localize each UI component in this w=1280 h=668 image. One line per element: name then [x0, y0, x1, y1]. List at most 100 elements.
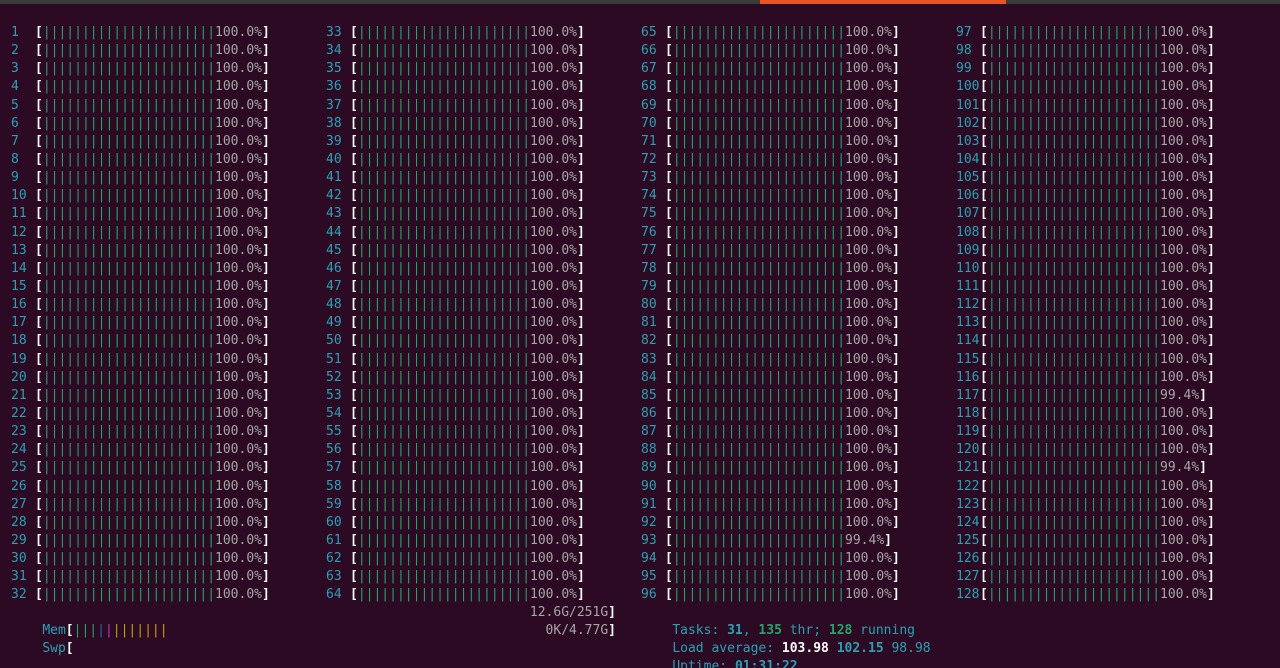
- bracket-close: ]: [891, 260, 900, 276]
- active-tab-indicator[interactable]: [760, 0, 1006, 4]
- bracket-close: ]: [576, 424, 585, 440]
- cpu-meter-row: 110[||||||||||||||||||||||100.0%]: [956, 260, 1256, 278]
- bracket-close: ]: [261, 496, 270, 512]
- bracket-close: ]: [1206, 115, 1215, 131]
- cpu-percent: 100.0%: [845, 151, 892, 167]
- bracket-open: [: [35, 514, 43, 530]
- cpu-usage-bar: ||||||||||||||||||||||: [987, 278, 1161, 294]
- cpu-meter-row: 39 [||||||||||||||||||||||100.0%]: [326, 133, 626, 151]
- cpu-percent: 100.0%: [845, 315, 892, 331]
- cpu-percent: 100.0%: [845, 551, 892, 567]
- cpu-meter-row: 16 [||||||||||||||||||||||100.0%]: [11, 296, 311, 314]
- cpu-usage-bar: ||||||||||||||||||||||: [42, 587, 216, 603]
- cpu-percent: 100.0%: [845, 278, 892, 294]
- bracket-open: [: [35, 260, 43, 276]
- cpu-usage-bar: ||||||||||||||||||||||: [357, 369, 531, 385]
- cpu-number: 112: [956, 297, 980, 313]
- cpu-percent: 100.0%: [215, 188, 262, 204]
- cpu-meter-row: 36 [||||||||||||||||||||||100.0%]: [326, 78, 626, 96]
- bracket-close: ]: [1206, 351, 1215, 367]
- cpu-number: 101: [956, 97, 980, 113]
- cpu-meter-row: 28 [||||||||||||||||||||||100.0%]: [11, 514, 311, 532]
- cpu-usage-bar: ||||||||||||||||||||||: [987, 405, 1161, 421]
- bracket-close: ]: [1206, 188, 1215, 204]
- cpu-number: 41: [326, 170, 342, 186]
- cpu-usage-bar: ||||||||||||||||||||||: [357, 242, 531, 258]
- bracket-close: ]: [891, 351, 900, 367]
- bracket-open: [: [35, 278, 43, 294]
- cpu-meter-row: 23 [||||||||||||||||||||||100.0%]: [11, 423, 311, 441]
- bracket-open: [: [980, 333, 988, 349]
- cpu-percent: 100.0%: [530, 333, 577, 349]
- cpu-number: 107: [956, 206, 980, 222]
- bracket-open: [: [350, 315, 358, 331]
- bracket-close: ]: [1206, 551, 1215, 567]
- bracket-open: [: [980, 278, 988, 294]
- cpu-usage-bar: ||||||||||||||||||||||: [672, 188, 846, 204]
- cpu-number: 30: [11, 551, 27, 567]
- cpu-number: 128: [956, 587, 980, 603]
- cpu-meter-row: 26 [||||||||||||||||||||||100.0%]: [11, 478, 311, 496]
- cpu-meter-row: 114[||||||||||||||||||||||100.0%]: [956, 332, 1256, 350]
- memory-meter: Mem[|||||||||||| 12.6G/251G]: [42, 605, 616, 638]
- cpu-number: 103: [956, 133, 980, 149]
- cpu-usage-bar: ||||||||||||||||||||||: [672, 442, 846, 458]
- bracket-close: ]: [1206, 333, 1215, 349]
- bracket-close: ]: [576, 224, 585, 240]
- cpu-usage-bar: ||||||||||||||||||||||: [987, 260, 1161, 276]
- cpu-usage-bar: ||||||||||||||||||||||: [42, 97, 216, 113]
- bracket-close: ]: [261, 478, 270, 494]
- cpu-number: 87: [641, 424, 657, 440]
- cpu-meter-row: 75 [||||||||||||||||||||||100.0%]: [641, 205, 941, 223]
- cpu-number: 91: [641, 496, 657, 512]
- cpu-usage-bar: ||||||||||||||||||||||: [357, 351, 531, 367]
- cpu-percent: 100.0%: [845, 387, 892, 403]
- bracket-open: [: [35, 587, 43, 603]
- cpu-number: 76: [641, 224, 657, 240]
- cpu-percent: 100.0%: [845, 297, 892, 313]
- cpu-percent: 100.0%: [1160, 478, 1207, 494]
- cpu-usage-bar: ||||||||||||||||||||||: [987, 587, 1161, 603]
- cpu-percent: 100.0%: [1160, 79, 1207, 95]
- bracket-close: ]: [891, 25, 900, 40]
- cpu-meter-row: 61 [||||||||||||||||||||||100.0%]: [326, 532, 626, 550]
- bracket-open: [: [980, 405, 988, 421]
- cpu-number: 102: [956, 115, 980, 131]
- cpu-meter-row: 117[||||||||||||||||||||||99.4%]: [956, 387, 1256, 405]
- bracket-open: [: [350, 25, 358, 40]
- bracket-close: ]: [1206, 278, 1215, 294]
- cpu-meter-row: 13 [||||||||||||||||||||||100.0%]: [11, 242, 311, 260]
- cpu-number: 119: [956, 424, 980, 440]
- bracket-open: [: [35, 478, 43, 494]
- cpu-usage-bar: ||||||||||||||||||||||: [357, 170, 531, 186]
- cpu-usage-bar: ||||||||||||||||||||||: [672, 514, 846, 530]
- bracket-close: ]: [261, 387, 270, 403]
- cpu-percent: 100.0%: [845, 170, 892, 186]
- bracket-open: [: [35, 442, 43, 458]
- cpu-number: 77: [641, 242, 657, 258]
- bracket-open: [: [665, 188, 673, 204]
- cpu-percent: 100.0%: [1160, 587, 1207, 603]
- bracket-close: ]: [891, 170, 900, 186]
- bracket-close: ]: [1206, 79, 1215, 95]
- cpu-meter-row: 94 [||||||||||||||||||||||100.0%]: [641, 550, 941, 568]
- bracket-close: ]: [261, 514, 270, 530]
- cpu-usage-bar: ||||||||||||||||||||||: [357, 424, 531, 440]
- cpu-usage-bar: ||||||||||||||||||||||: [987, 206, 1161, 222]
- cpu-usage-bar: ||||||||||||||||||||||: [987, 351, 1161, 367]
- bracket-close: ]: [1206, 514, 1215, 530]
- bracket-open: [: [35, 424, 43, 440]
- cpu-meter-row: 103[||||||||||||||||||||||100.0%]: [956, 133, 1256, 151]
- cpu-number: 111: [956, 278, 980, 294]
- cpu-meter-row: 128[||||||||||||||||||||||100.0%]: [956, 586, 1256, 604]
- bracket-close: ]: [576, 369, 585, 385]
- cpu-meters-grid: 1 [||||||||||||||||||||||100.0%] 2 [|||||||…: [0, 24, 1280, 604]
- bracket-open: [: [350, 79, 358, 95]
- cpu-meter-row: 1 [||||||||||||||||||||||100.0%]: [11, 24, 311, 42]
- bracket-open: [: [35, 569, 43, 585]
- bracket-close: ]: [891, 460, 900, 476]
- cpu-usage-bar: ||||||||||||||||||||||: [42, 43, 216, 59]
- cpu-percent: 100.0%: [1160, 242, 1207, 258]
- cpu-meter-row: 79 [||||||||||||||||||||||100.0%]: [641, 278, 941, 296]
- bracket-open: [: [665, 532, 673, 548]
